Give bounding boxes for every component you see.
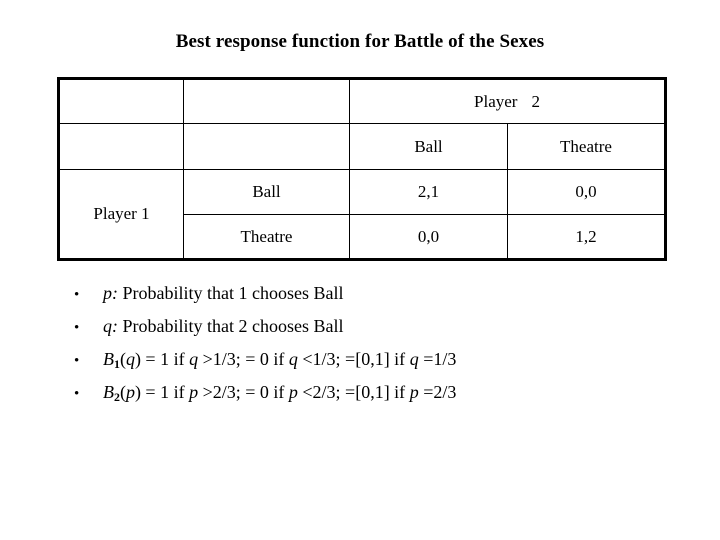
function-name-b2: B <box>103 382 114 402</box>
formula-segment-1: ) = 1 if <box>134 382 190 402</box>
payoff-ball-theatre: 0,0 <box>507 169 666 215</box>
formula-segment-4: =2/3 <box>418 382 457 402</box>
list-item-text: Probability that 2 chooses Ball <box>118 316 344 336</box>
blank-corner-cell <box>58 78 184 124</box>
list-item-label: q: Probability that 2 chooses Ball <box>103 310 684 343</box>
function-name-b1: B <box>103 349 114 369</box>
formula-variable-p-2: p <box>288 382 298 402</box>
blank-corner-cell-2 <box>183 78 350 124</box>
payoff-table: Player 2 Ball Theatre Player 1 Ball 2,1 0… <box>57 77 667 261</box>
function-subscript-1: 1 <box>114 357 120 372</box>
list-item: • B2(p) = 1 if p >2/3; = 0 if p <2/3; =[… <box>74 376 684 409</box>
row-action-theatre: Theatre <box>183 214 350 260</box>
column-action-theatre: Theatre <box>507 123 666 170</box>
list-item-text: Probability that 1 chooses Ball <box>118 283 344 303</box>
row-action-ball: Ball <box>183 169 350 215</box>
variable-p: p: <box>103 283 118 303</box>
bullet-list: • p: Probability that 1 chooses Ball • q… <box>74 277 684 409</box>
table-row-header-actions: Ball Theatre <box>58 123 666 170</box>
payoff-ball-ball: 2,1 <box>349 169 508 215</box>
formula-variable-p-3: p <box>409 382 419 402</box>
column-player-number: 2 <box>531 91 540 111</box>
list-item-label: B1(q) = 1 if q >1/3; = 0 if q <1/3; =[0,… <box>103 343 684 378</box>
payoff-theatre-ball: 0,0 <box>349 214 508 260</box>
bullet-icon: • <box>74 386 80 402</box>
payoff-matrix: Player 2 Ball Theatre Player 1 Ball 2,1 0… <box>57 77 667 261</box>
table-row: Player 1 Ball 2,1 0,0 <box>58 169 666 260</box>
formula-segment-2: >1/3; = 0 if <box>198 349 289 369</box>
function-argument-p: p <box>125 382 135 402</box>
row-player-label: Player 1 <box>58 169 184 260</box>
list-item: • p: Probability that 1 chooses Ball <box>74 277 684 310</box>
formula-variable-q-2: q <box>288 349 298 369</box>
bullet-icon: • <box>74 353 80 369</box>
formula-variable-q-3: q <box>409 349 419 369</box>
function-argument-q: q <box>125 349 135 369</box>
formula-segment-3: <1/3; =[0,1] if <box>297 349 410 369</box>
payoff-theatre-theatre: 1,2 <box>507 214 666 260</box>
list-item-label: p: Probability that 1 chooses Ball <box>103 277 684 310</box>
bullet-icon: • <box>74 287 80 303</box>
blank-cell-left <box>58 123 184 170</box>
bullet-icon: • <box>74 320 80 336</box>
column-player-header: Player 2 <box>349 78 666 124</box>
formula-variable-q-1: q <box>189 349 199 369</box>
blank-cell-left-2 <box>183 123 350 170</box>
page-title: Best response function for Battle of the… <box>175 31 545 52</box>
column-player-label: Player <box>474 91 518 111</box>
variable-q: q: <box>103 316 118 336</box>
formula-segment-4: =1/3 <box>418 349 457 369</box>
list-item: • q: Probability that 2 chooses Ball <box>74 310 684 343</box>
function-subscript-2: 2 <box>114 390 120 405</box>
list-item: • B1(q) = 1 if q >1/3; = 0 if q <1/3; =[… <box>74 343 684 376</box>
list-item-label: B2(p) = 1 if p >2/3; = 0 if p <2/3; =[0,… <box>103 376 684 411</box>
column-action-ball: Ball <box>349 123 508 170</box>
table-row-header-player2: Player 2 <box>58 78 666 124</box>
formula-variable-p-1: p <box>189 382 199 402</box>
formula-segment-2: >2/3; = 0 if <box>198 382 289 402</box>
formula-segment-1: ) = 1 if <box>134 349 190 369</box>
formula-segment-3: <2/3; =[0,1] if <box>297 382 410 402</box>
